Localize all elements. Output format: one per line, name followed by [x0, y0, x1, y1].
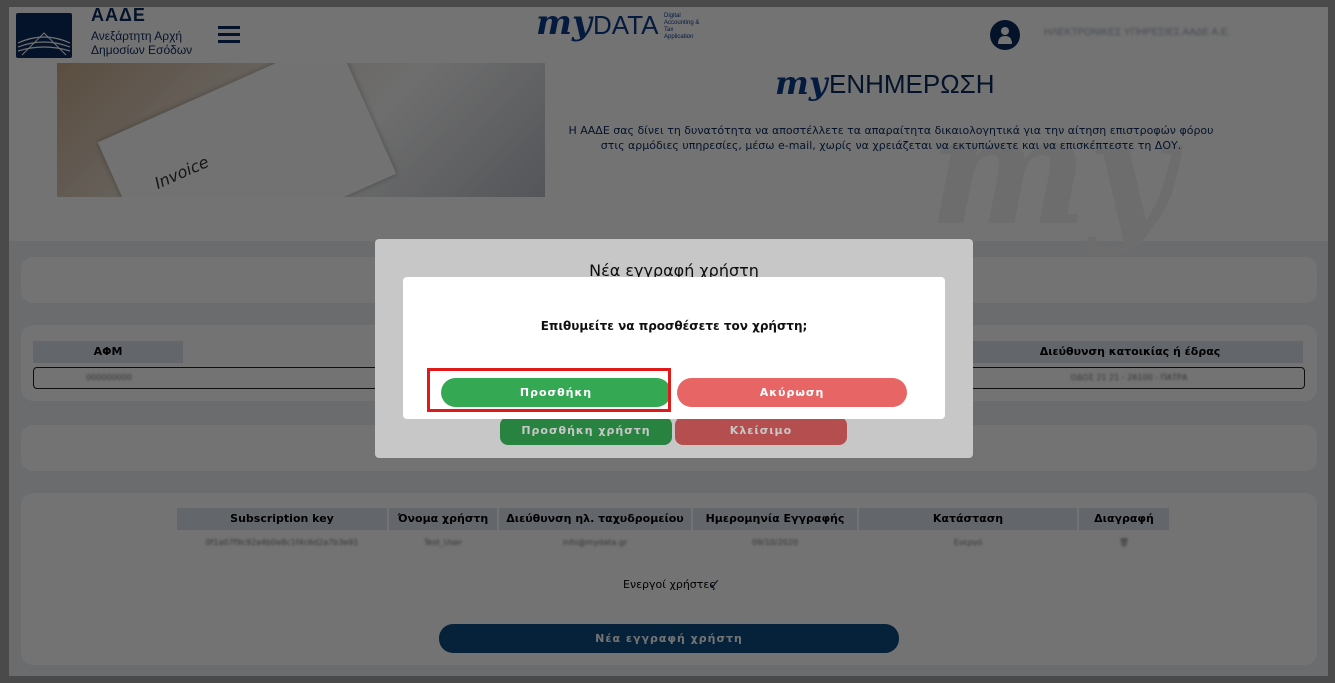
confirm-dialog: Επιθυμείτε να προσθέσετε τον χρήστη; Προ…: [403, 277, 945, 419]
highlight-box: [427, 368, 671, 412]
cancel-button[interactable]: Ακύρωση: [677, 378, 907, 407]
app-window: ΑΑΔΕ Ανεξάρτητη Αρχή Δημοσίων Εσόδων my …: [9, 7, 1328, 676]
confirm-message: Επιθυμείτε να προσθέσετε τον χρήστη;: [540, 319, 808, 333]
